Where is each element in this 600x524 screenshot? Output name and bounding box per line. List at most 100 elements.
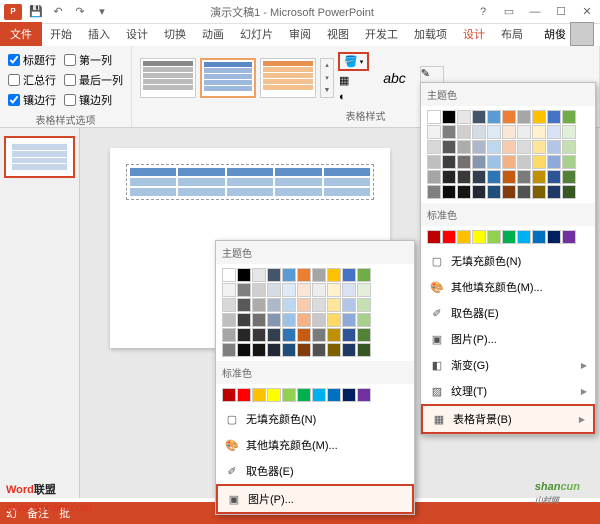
- redo-icon[interactable]: ↷: [72, 4, 88, 20]
- tab-developer[interactable]: 开发工: [357, 22, 406, 46]
- color-swatch[interactable]: [297, 313, 311, 327]
- color-swatch[interactable]: [502, 140, 516, 154]
- color-swatch[interactable]: [442, 110, 456, 124]
- color-swatch[interactable]: [427, 155, 441, 169]
- color-swatch[interactable]: [487, 110, 501, 124]
- color-swatch[interactable]: [267, 298, 281, 312]
- color-swatch[interactable]: [547, 185, 561, 199]
- color-swatch[interactable]: [312, 313, 326, 327]
- style-thumb-blue[interactable]: [200, 58, 256, 98]
- color-swatch[interactable]: [357, 388, 371, 402]
- color-swatch[interactable]: [282, 388, 296, 402]
- color-swatch[interactable]: [532, 125, 546, 139]
- save-icon[interactable]: 💾: [28, 4, 44, 20]
- color-swatch[interactable]: [252, 343, 266, 357]
- color-swatch[interactable]: [487, 140, 501, 154]
- color-swatch[interactable]: [297, 268, 311, 282]
- color-swatch[interactable]: [312, 298, 326, 312]
- color-swatch[interactable]: [472, 155, 486, 169]
- color-swatch[interactable]: [267, 268, 281, 282]
- color-swatch[interactable]: [237, 343, 251, 357]
- color-swatch[interactable]: [547, 140, 561, 154]
- color-swatch[interactable]: [517, 140, 531, 154]
- close-icon[interactable]: ✕: [578, 3, 596, 21]
- color-swatch[interactable]: [342, 343, 356, 357]
- submenu-more-colors[interactable]: 🎨其他填充颜色(M)...: [216, 432, 414, 458]
- style-thumb-gray[interactable]: [140, 58, 196, 98]
- color-swatch[interactable]: [237, 268, 251, 282]
- tab-file[interactable]: 文件: [0, 22, 42, 46]
- submenu-no-fill[interactable]: ▢无填充颜色(N): [216, 406, 414, 432]
- color-swatch[interactable]: [342, 268, 356, 282]
- color-swatch[interactable]: [457, 185, 471, 199]
- tab-animations[interactable]: 动画: [194, 22, 232, 46]
- color-swatch[interactable]: [267, 388, 281, 402]
- color-swatch[interactable]: [457, 140, 471, 154]
- color-swatch[interactable]: [457, 230, 471, 244]
- color-swatch[interactable]: [562, 125, 576, 139]
- menu-picture[interactable]: ▣图片(P)...: [421, 326, 595, 352]
- tab-layout[interactable]: 布局: [493, 22, 531, 46]
- style-thumb-orange[interactable]: [260, 58, 316, 98]
- color-swatch[interactable]: [312, 283, 326, 297]
- chk-header-row[interactable]: 标题行: [8, 52, 56, 68]
- color-swatch[interactable]: [327, 343, 341, 357]
- color-swatch[interactable]: [547, 155, 561, 169]
- effects-button[interactable]: ◐: [338, 90, 369, 104]
- help-icon[interactable]: ?: [474, 3, 492, 21]
- color-swatch[interactable]: [237, 388, 251, 402]
- color-swatch[interactable]: [282, 298, 296, 312]
- color-swatch[interactable]: [472, 140, 486, 154]
- color-swatch[interactable]: [267, 313, 281, 327]
- color-swatch[interactable]: [502, 125, 516, 139]
- color-swatch[interactable]: [517, 185, 531, 199]
- color-swatch[interactable]: [457, 155, 471, 169]
- color-swatch[interactable]: [237, 328, 251, 342]
- color-swatch[interactable]: [457, 170, 471, 184]
- color-swatch[interactable]: [327, 388, 341, 402]
- chk-total-row[interactable]: 汇总行: [8, 72, 56, 88]
- color-swatch[interactable]: [442, 230, 456, 244]
- color-swatch[interactable]: [222, 313, 236, 327]
- table-styles-gallery[interactable]: ▴▾▼: [140, 58, 334, 98]
- color-swatch[interactable]: [342, 313, 356, 327]
- menu-eyedropper[interactable]: ✐取色器(E): [421, 300, 595, 326]
- color-swatch[interactable]: [282, 283, 296, 297]
- color-swatch[interactable]: [357, 268, 371, 282]
- color-swatch[interactable]: [502, 170, 516, 184]
- color-swatch[interactable]: [442, 155, 456, 169]
- color-swatch[interactable]: [532, 170, 546, 184]
- color-swatch[interactable]: [472, 110, 486, 124]
- color-swatch[interactable]: [237, 298, 251, 312]
- color-swatch[interactable]: [487, 230, 501, 244]
- color-swatch[interactable]: [442, 140, 456, 154]
- color-swatch[interactable]: [502, 185, 516, 199]
- color-swatch[interactable]: [532, 185, 546, 199]
- chk-banded-row[interactable]: 镶边行: [8, 92, 56, 108]
- color-swatch[interactable]: [517, 170, 531, 184]
- submenu-picture[interactable]: ▣图片(P)...: [216, 484, 414, 514]
- color-swatch[interactable]: [342, 298, 356, 312]
- color-swatch[interactable]: [547, 125, 561, 139]
- color-swatch[interactable]: [472, 230, 486, 244]
- color-swatch[interactable]: [562, 110, 576, 124]
- undo-icon[interactable]: ↶: [50, 4, 66, 20]
- color-swatch[interactable]: [282, 268, 296, 282]
- color-swatch[interactable]: [222, 283, 236, 297]
- color-swatch[interactable]: [487, 155, 501, 169]
- slide-table[interactable]: [126, 164, 374, 200]
- tab-view[interactable]: 视图: [319, 22, 357, 46]
- menu-more-colors[interactable]: 🎨其他填充颜色(M)...: [421, 274, 595, 300]
- color-swatch[interactable]: [327, 298, 341, 312]
- tab-insert[interactable]: 插入: [80, 22, 118, 46]
- color-swatch[interactable]: [502, 110, 516, 124]
- color-swatch[interactable]: [427, 110, 441, 124]
- color-swatch[interactable]: [442, 185, 456, 199]
- color-swatch[interactable]: [222, 268, 236, 282]
- maximize-icon[interactable]: ☐: [552, 3, 570, 21]
- borders-button[interactable]: ▦: [338, 73, 369, 88]
- color-swatch[interactable]: [282, 313, 296, 327]
- color-swatch[interactable]: [487, 125, 501, 139]
- menu-texture[interactable]: ▨纹理(T)▶: [421, 378, 595, 404]
- minimize-icon[interactable]: —: [526, 3, 544, 21]
